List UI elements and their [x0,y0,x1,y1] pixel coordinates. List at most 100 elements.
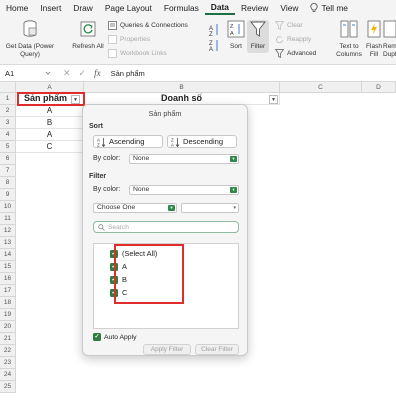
row-header[interactable]: 20 [0,321,16,333]
apply-filter-button[interactable]: Apply Filter [143,344,191,355]
flash-fill-button[interactable]: Flash Fill [365,20,383,59]
svg-text:A: A [209,47,213,52]
text-to-columns-button[interactable]: Text to Columns [333,20,365,59]
menu-draw[interactable]: Draw [67,3,99,13]
database-icon [23,20,37,37]
row-header[interactable]: 8 [0,177,16,189]
cancel-icon[interactable]: ✕ [63,68,71,79]
choose-one-select[interactable]: Choose One ▾ [93,203,177,213]
row-header[interactable]: 13 [0,237,16,249]
fx-icon[interactable]: fx [94,68,101,78]
menu-data[interactable]: Data [204,2,235,15]
row-header[interactable]: 15 [0,261,16,273]
clear-filter-button[interactable]: Clear Filter [195,344,239,355]
filter-button[interactable]: Filter [247,20,269,53]
row-header[interactable]: 6 [0,153,16,165]
row-header[interactable]: 21 [0,333,16,345]
row-header[interactable]: 22 [0,345,16,357]
row-header[interactable]: 10 [0,201,16,213]
name-box[interactable]: A1 [0,69,45,78]
sort-by-color-label: By color: [93,155,121,162]
sort-descending-icon: ZA [171,137,180,147]
refresh-all-label: Refresh All [72,43,104,50]
row-header[interactable]: 19 [0,309,16,321]
row-header[interactable]: 4 [0,129,16,141]
menu-page-layout[interactable]: Page Layout [99,3,158,13]
tell-me-label: Tell me [321,3,348,13]
sort-az-button[interactable]: AZZA [206,22,222,55]
menu-formulas[interactable]: Formulas [158,3,205,13]
tell-me[interactable]: Tell me [304,3,354,13]
advanced-button[interactable]: Advanced [275,49,316,58]
menu-insert[interactable]: Insert [34,3,67,13]
menu-home[interactable]: Home [0,3,34,13]
svg-text:Z: Z [97,142,100,147]
reapply-icon [276,36,283,44]
row-header[interactable]: 5 [0,141,16,153]
menu-view[interactable]: View [274,3,304,13]
row-header[interactable]: 17 [0,285,16,297]
confirm-icon[interactable]: ✓ [79,68,87,79]
workbook-links-button[interactable]: Workbook Links [108,49,167,58]
row-header[interactable]: 12 [0,225,16,237]
row-header[interactable]: 1 [0,93,16,105]
cell-a5[interactable]: C [16,141,84,153]
column-header-b[interactable]: B [84,82,280,93]
row-header[interactable]: 25 [0,381,16,393]
cell-a3[interactable]: B [16,117,84,129]
row-header[interactable]: 11 [0,213,16,225]
text-to-columns-icon [340,20,358,38]
cell-a4[interactable]: A [16,129,84,141]
sort-descending-button[interactable]: ZA Descending [167,135,237,148]
name-box-dropdown-icon[interactable] [45,70,51,76]
remove-duplicates-button[interactable]: Rem Dupli [383,20,396,59]
lightbulb-icon [310,3,319,12]
search-field[interactable]: Search [93,221,239,233]
properties-label: Properties [120,36,151,43]
menu-bar: Home Insert Draw Page Layout Formulas Da… [0,0,396,16]
sort-label: Sort [230,43,242,50]
svg-text:Z: Z [209,32,213,38]
column-header-d[interactable]: D [362,82,396,93]
auto-apply-checkbox[interactable]: ✓ Auto Apply [93,333,137,341]
cell-a2[interactable]: A [16,105,84,117]
refresh-all-button[interactable]: Refresh All [72,20,104,51]
filter-section-label: Filter [89,173,107,180]
criteria-value-input[interactable]: ▾ [181,203,239,213]
advanced-filter-icon [275,49,284,58]
sort-by-color-select[interactable]: None ▾ [129,154,239,164]
column-header-c[interactable]: C [280,82,362,93]
row-header[interactable]: 7 [0,165,16,177]
workbook-links-label: Workbook Links [120,50,167,57]
reapply-button[interactable]: Reapply [275,35,311,44]
criteria-dropdown-icon[interactable]: ▾ [233,204,236,212]
ribbon: Get Data (Power Query) Refresh All Queri… [0,16,396,65]
formula-content[interactable]: Sản phẩm [111,69,145,78]
row-header[interactable]: 24 [0,369,16,381]
row-header[interactable]: 16 [0,273,16,285]
sort-ascending-icon: AZ [97,137,106,147]
row-header[interactable]: 14 [0,249,16,261]
clear-filter-icon [275,21,284,30]
sort-button[interactable]: ZA Sort [224,20,248,51]
corner-select-all[interactable] [0,82,16,93]
filter-dropdown-b1[interactable]: ▼ [269,95,278,104]
get-data-label: Get Data (Power Query) [5,43,55,58]
remove-duplicates-label: Rem Dupli [383,43,396,58]
clear-button[interactable]: Clear [275,21,303,30]
filter-label: Filter [250,43,266,50]
menu-review[interactable]: Review [235,3,274,13]
row-header[interactable]: 9 [0,189,16,201]
get-data-button[interactable]: Get Data (Power Query) [4,20,56,59]
sort-ascending-button[interactable]: AZ Ascending [93,135,163,148]
row-header[interactable]: 2 [0,105,16,117]
properties-button[interactable]: Properties [108,35,150,44]
filter-funnel-icon [250,21,266,37]
select-chevron-icon: ▾ [230,187,237,193]
filter-by-color-select[interactable]: None ▾ [129,185,239,195]
row-header[interactable]: 18 [0,297,16,309]
search-placeholder: Search [108,223,129,231]
row-header[interactable]: 3 [0,117,16,129]
row-header[interactable]: 23 [0,357,16,369]
queries-connections-button[interactable]: Queries & Connections [108,21,188,30]
